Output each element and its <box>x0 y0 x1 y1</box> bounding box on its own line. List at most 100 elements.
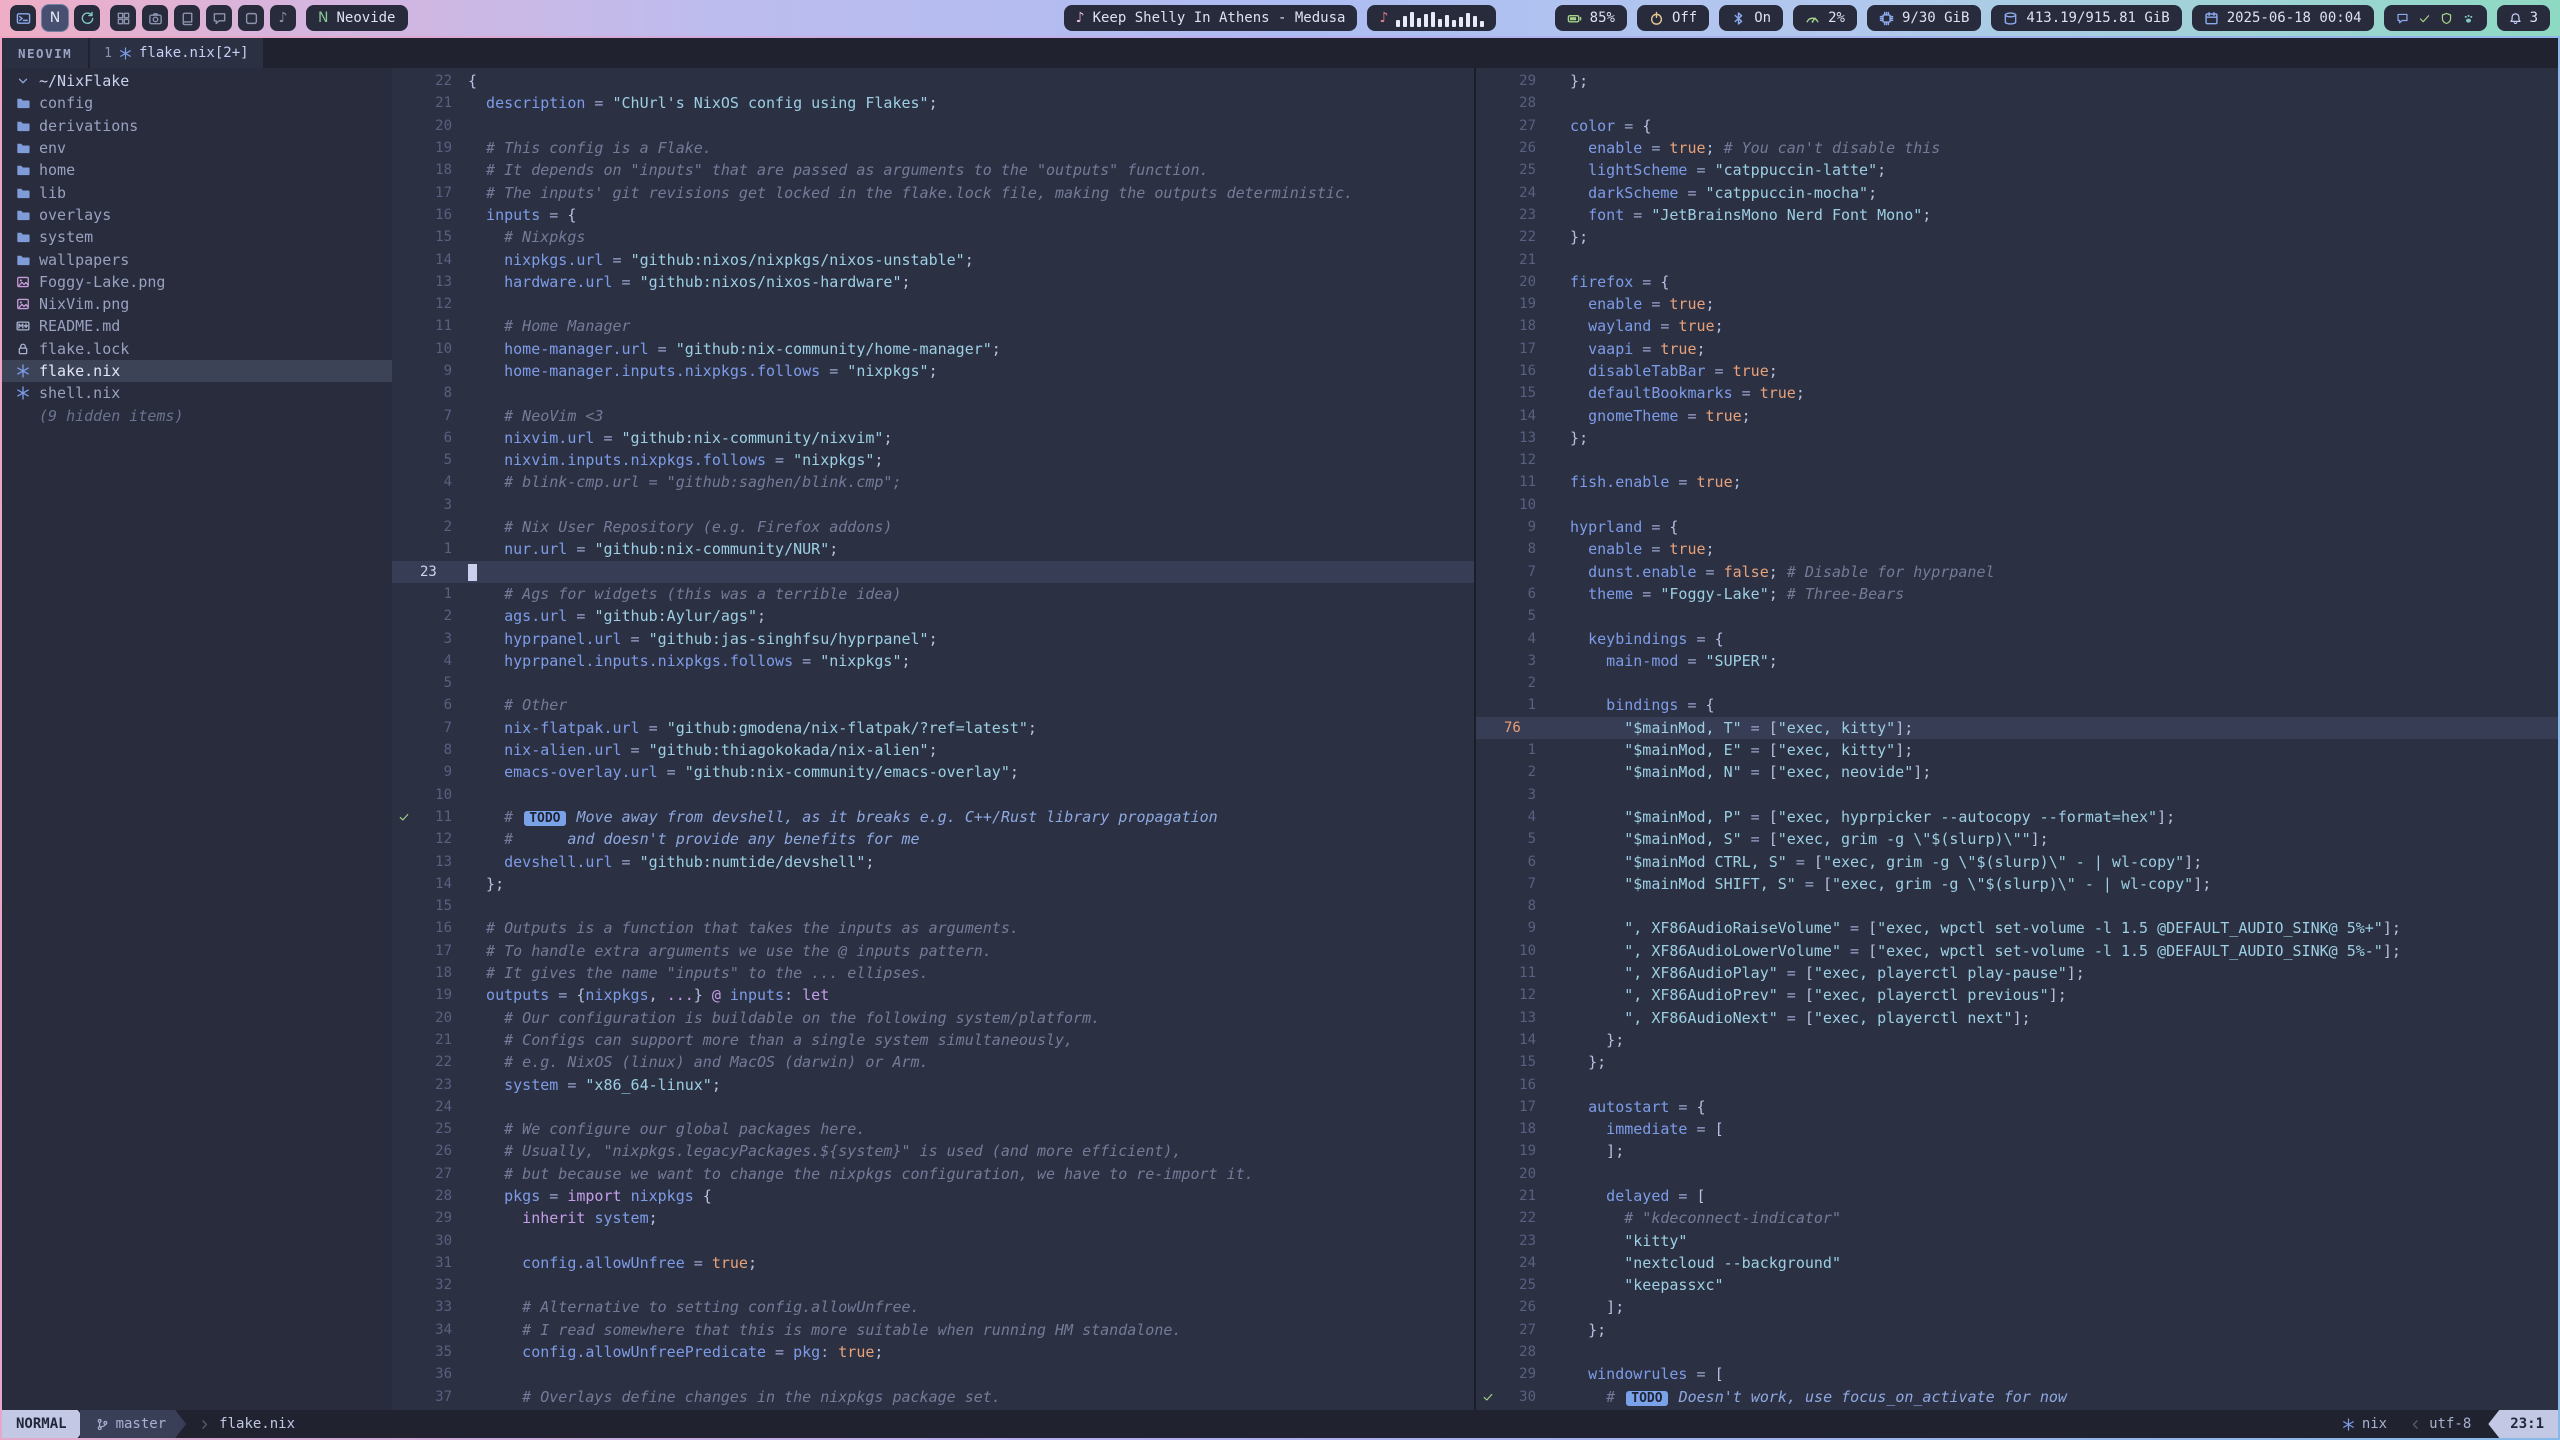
window-title-widget[interactable]: N Neovide <box>306 5 408 31</box>
code-line[interactable]: 14 gnomeTheme = true; <box>1476 404 2558 426</box>
code-line[interactable]: 21 delayed = [ <box>1476 1185 2558 1207</box>
code-line[interactable]: 24 "nextcloud --background" <box>1476 1252 2558 1274</box>
media-widget[interactable]: ♪ Keep Shelly In Athens - Medusa <box>1064 5 1358 31</box>
code-line[interactable]: 7 # NeoVim <3 <box>392 404 1474 426</box>
code-line[interactable]: 10 <box>1476 494 2558 516</box>
code-line[interactable]: 25 lightScheme = "catppuccin-latte"; <box>1476 159 2558 181</box>
code-line[interactable]: 8 nix-alien.url = "github:thiagokokada/n… <box>392 739 1474 761</box>
tree-item-flake.lock[interactable]: flake.lock <box>2 338 392 360</box>
notifications-widget[interactable]: 3 <box>2497 5 2550 31</box>
code-line[interactable]: 6 # Other <box>392 694 1474 716</box>
code-line[interactable]: 16 <box>1476 1073 2558 1095</box>
clock-widget[interactable]: 2025-06-18 00:04 <box>2192 5 2374 31</box>
code-line[interactable]: 17 # The inputs' git revisions get locke… <box>392 181 1474 203</box>
code-line[interactable]: 1 "$mainMod, E" = ["exec, kitty"]; <box>1476 739 2558 761</box>
code-line[interactable]: 21 description = "ChUrl's NixOS config u… <box>392 92 1474 114</box>
code-line[interactable]: 18 immediate = [ <box>1476 1118 2558 1140</box>
code-line[interactable]: 12 <box>1476 449 2558 471</box>
code-line[interactable]: 34 # I read somewhere that this is more … <box>392 1319 1474 1341</box>
editor-pane-left[interactable]: 22{21 description = "ChUrl's NixOS confi… <box>392 68 1474 1410</box>
code-line[interactable]: 17 # To handle extra arguments we use th… <box>392 940 1474 962</box>
code-line[interactable]: 15 # Nixpkgs <box>392 226 1474 248</box>
code-line[interactable]: 30 <box>392 1229 1474 1251</box>
code-line[interactable]: 7 "$mainMod SHIFT, S" = ["exec, grim -g … <box>1476 873 2558 895</box>
code-line[interactable]: 28 <box>1476 1341 2558 1363</box>
code-line[interactable]: 28 <box>1476 92 2558 114</box>
code-line[interactable]: 9 ", XF86AudioRaiseVolume" = ["exec, wpc… <box>1476 917 2558 939</box>
code-line[interactable]: 2 <box>1476 672 2558 694</box>
code-line[interactable]: 23 font = "JetBrainsMono Nerd Font Mono"… <box>1476 204 2558 226</box>
code-line[interactable]: 23 system = "x86_64-linux"; <box>392 1073 1474 1095</box>
code-line[interactable]: 20 # Our configuration is buildable on t… <box>392 1006 1474 1028</box>
tree-item-home[interactable]: home <box>2 159 392 181</box>
code-line[interactable]: 8 <box>1476 895 2558 917</box>
code-line[interactable]: 20 <box>392 115 1474 137</box>
code-line[interactable]: 16 inputs = { <box>392 204 1474 226</box>
code-line[interactable]: 15 <box>392 895 1474 917</box>
code-line[interactable]: 2 ags.url = "github:Aylur/ags"; <box>392 605 1474 627</box>
code-line[interactable]: 23 "kitty" <box>1476 1229 2558 1251</box>
code-line[interactable]: 36 <box>392 1363 1474 1385</box>
workspace-camera-icon[interactable] <box>142 5 168 31</box>
code-line[interactable]: 24 <box>392 1096 1474 1118</box>
workspace-book-icon[interactable] <box>174 5 200 31</box>
code-line[interactable]: 2 "$mainMod, N" = ["exec, neovide"]; <box>1476 761 2558 783</box>
code-line[interactable]: 11 ", XF86AudioPlay" = ["exec, playerctl… <box>1476 962 2558 984</box>
tree-item-wallpapers[interactable]: wallpapers <box>2 248 392 270</box>
tree-item-Foggy-Lake.png[interactable]: Foggy-Lake.png <box>2 271 392 293</box>
code-line[interactable]: 35 config.allowUnfreePredicate = pkg: tr… <box>392 1341 1474 1363</box>
code-line[interactable]: 30 # TODO Doesn't work, use focus_on_act… <box>1476 1386 2558 1408</box>
code-line[interactable]: 29 }; <box>1476 70 2558 92</box>
code-line[interactable]: 18 # It gives the name "inputs" to the .… <box>392 962 1474 984</box>
code-line[interactable]: 26 ]; <box>1476 1296 2558 1318</box>
code-line[interactable]: 22 # e.g. NixOS (linux) and MacOS (darwi… <box>392 1051 1474 1073</box>
code-line[interactable]: 7 nix-flatpak.url = "github:gmodena/nix-… <box>392 717 1474 739</box>
code-line[interactable]: 15 defaultBookmarks = true; <box>1476 382 2558 404</box>
code-line[interactable]: 19 # This config is a Flake. <box>392 137 1474 159</box>
code-line[interactable]: 11 # Home Manager <box>392 315 1474 337</box>
code-line[interactable]: 13 ", XF86AudioNext" = ["exec, playerctl… <box>1476 1006 2558 1028</box>
battery-widget[interactable]: 85% <box>1555 5 1627 31</box>
code-line[interactable]: 9 emacs-overlay.url = "github:nix-commun… <box>392 761 1474 783</box>
code-line[interactable]: 23 <box>392 561 1474 583</box>
code-line[interactable]: 3 <box>1476 784 2558 806</box>
workspace-music-note-icon[interactable]: ♪ <box>270 5 296 31</box>
code-line[interactable]: 24 darkScheme = "catppuccin-mocha"; <box>1476 181 2558 203</box>
tree-item-flake.nix[interactable]: flake.nix <box>2 360 392 382</box>
git-branch-segment[interactable]: master <box>80 1410 187 1438</box>
workspace-grid-icon[interactable] <box>110 5 136 31</box>
code-line[interactable]: 31 config.allowUnfree = true; <box>392 1252 1474 1274</box>
code-line[interactable]: 11 fish.enable = true; <box>1476 471 2558 493</box>
code-line[interactable]: 37 # Overlays define changes in the nixp… <box>392 1386 1474 1408</box>
code-line[interactable]: 14 }; <box>1476 1029 2558 1051</box>
code-line[interactable]: 22 # "kdeconnect-indicator" <box>1476 1207 2558 1229</box>
code-line[interactable]: 3 main-mod = "SUPER"; <box>1476 650 2558 672</box>
code-line[interactable]: 6 theme = "Foggy-Lake"; # Three-Bears <box>1476 583 2558 605</box>
code-line[interactable]: 27 }; <box>1476 1319 2558 1341</box>
bluetooth-widget[interactable]: On <box>1719 5 1783 31</box>
code-line[interactable]: 18 # It depends on "inputs" that are pas… <box>392 159 1474 181</box>
code-line[interactable]: 1 # Ags for widgets (this was a terrible… <box>392 583 1474 605</box>
code-line[interactable]: 21 # Configs can support more than a sin… <box>392 1029 1474 1051</box>
code-line[interactable]: 16 disableTabBar = true; <box>1476 360 2558 382</box>
tree-item-~/NixFlake[interactable]: ~/NixFlake <box>2 70 392 92</box>
code-line[interactable]: 28 pkgs = import nixpkgs { <box>392 1185 1474 1207</box>
tree-item-overlays[interactable]: overlays <box>2 204 392 226</box>
code-line[interactable]: 13 devshell.url = "github:numtide/devshe… <box>392 850 1474 872</box>
code-line[interactable]: 27 # but because we want to change the n… <box>392 1163 1474 1185</box>
code-line[interactable]: 4 "$mainMod, P" = ["exec, hyprpicker --a… <box>1476 806 2558 828</box>
code-line[interactable]: 8 enable = true; <box>1476 538 2558 560</box>
code-line[interactable]: 4 hyprpanel.inputs.nixpkgs.follows = "ni… <box>392 650 1474 672</box>
code-line[interactable]: 7 dunst.enable = false; # Disable for hy… <box>1476 561 2558 583</box>
code-line[interactable]: 32 <box>392 1274 1474 1296</box>
code-line[interactable]: 10 <box>392 784 1474 806</box>
code-line[interactable]: 12 ", XF86AudioPrev" = ["exec, playerctl… <box>1476 984 2558 1006</box>
tree-item-lib[interactable]: lib <box>2 181 392 203</box>
code-line[interactable]: 29 windowrules = [ <box>1476 1363 2558 1385</box>
workspace-box-icon[interactable] <box>238 5 264 31</box>
idle-toggle-widget[interactable]: Off <box>1637 5 1709 31</box>
code-line[interactable]: 14 nixpkgs.url = "github:nixos/nixpkgs/n… <box>392 248 1474 270</box>
code-line[interactable]: 2 # Nix User Repository (e.g. Firefox ad… <box>392 516 1474 538</box>
code-line[interactable]: 17 vaapi = true; <box>1476 338 2558 360</box>
code-line[interactable]: 3 <box>392 494 1474 516</box>
